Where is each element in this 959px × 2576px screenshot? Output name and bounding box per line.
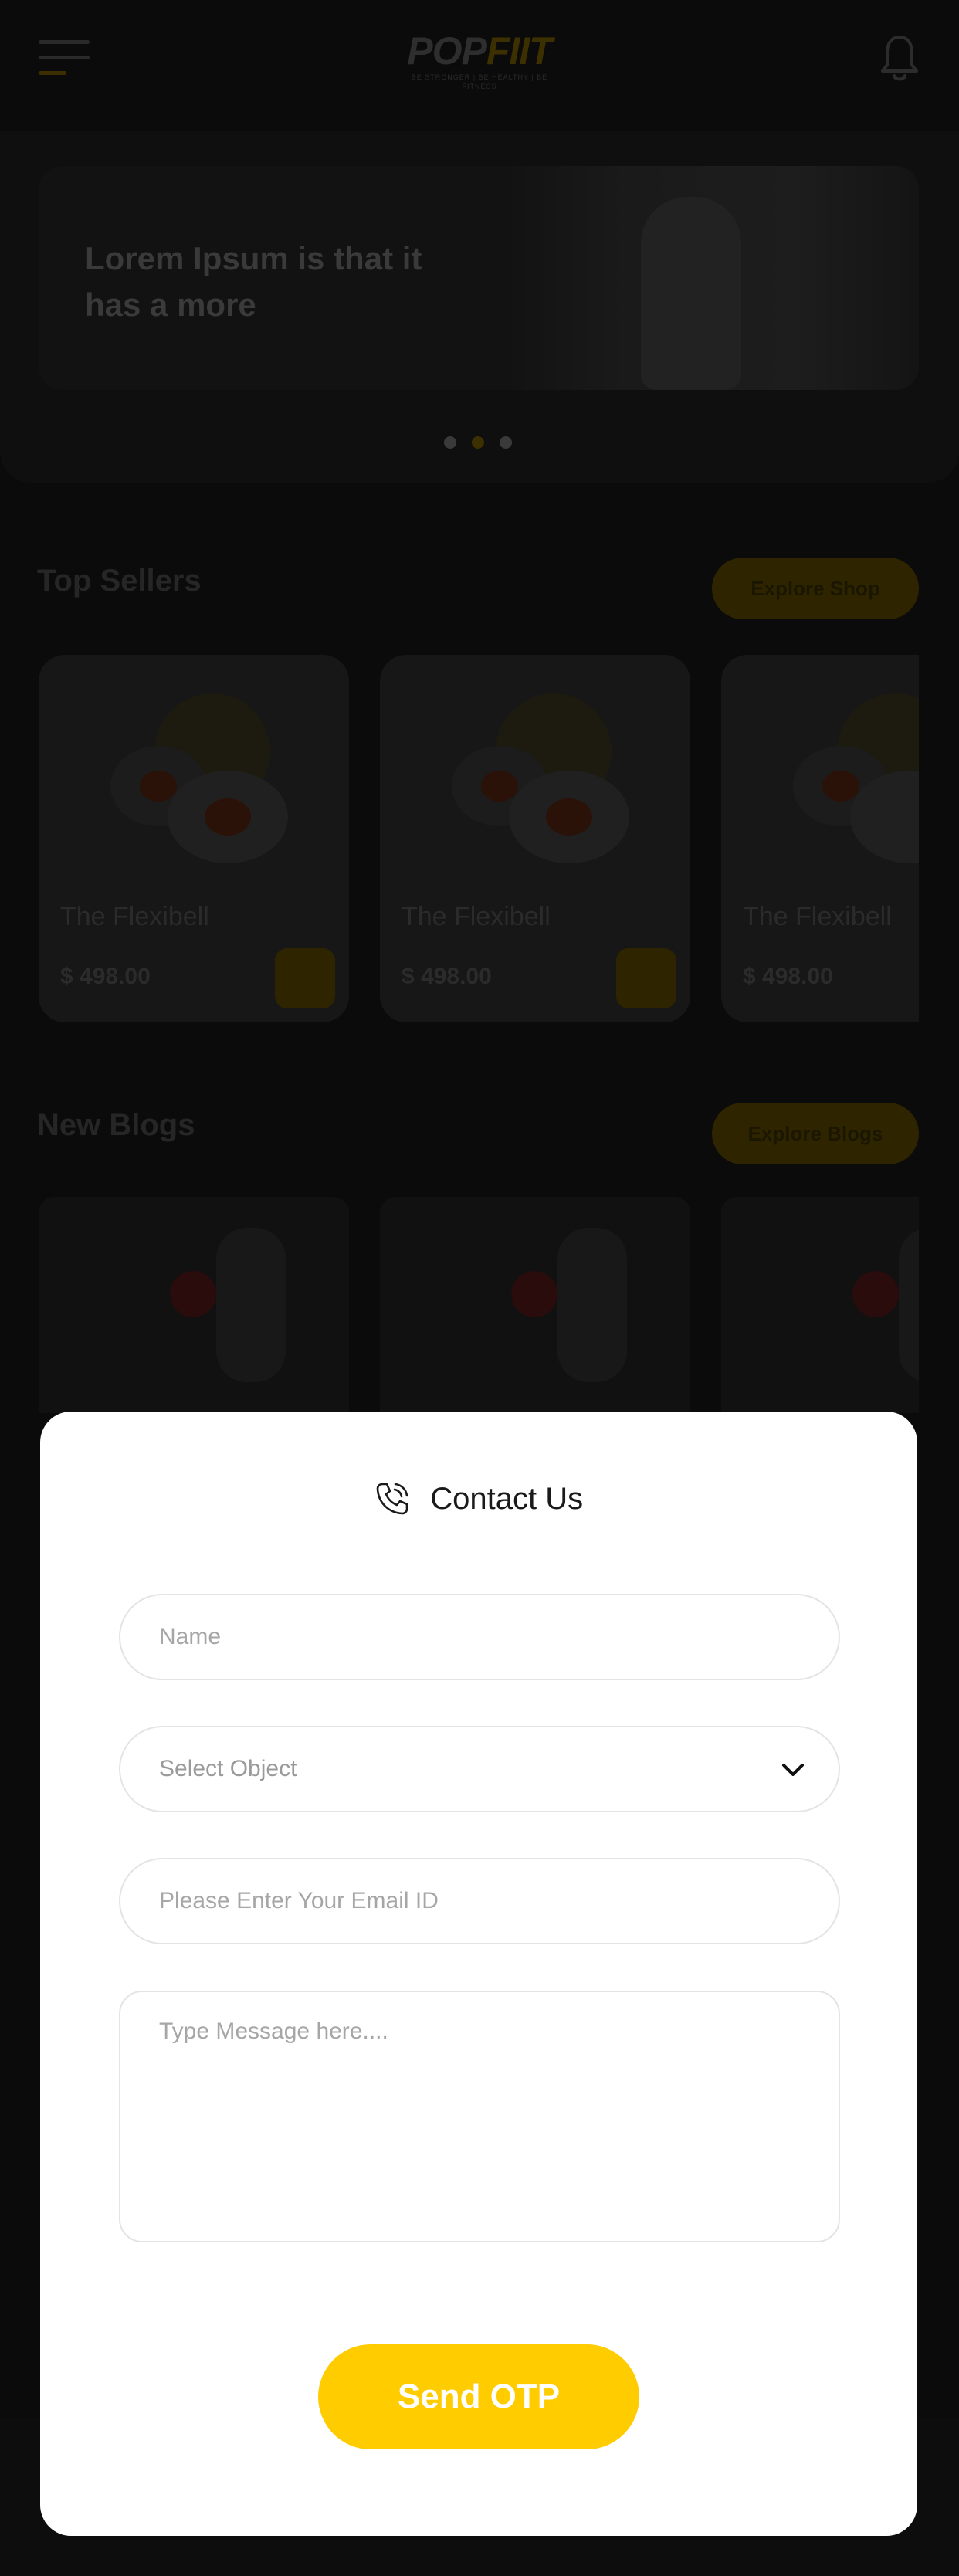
- email-input[interactable]: [159, 1859, 761, 1943]
- email-field[interactable]: [119, 1858, 840, 1944]
- contact-us-modal: Contact Us Select Object Send OTP: [40, 1412, 917, 2536]
- product-card[interactable]: The Flexibell $ 498.00: [39, 655, 349, 1022]
- carousel-dot[interactable]: [444, 436, 456, 449]
- hero-banner[interactable]: Lorem Ipsum is that it has a more: [39, 166, 919, 390]
- blog-image: [899, 1228, 919, 1382]
- hamburger-menu-icon[interactable]: [39, 40, 90, 77]
- chevron-down-icon[interactable]: [780, 1757, 806, 1783]
- product-price: $ 498.00: [402, 964, 492, 989]
- hero-section: Lorem Ipsum is that it has a more: [0, 131, 959, 483]
- carousel-dot[interactable]: [500, 436, 512, 449]
- explore-blogs-button[interactable]: Explore Blogs: [712, 1103, 919, 1164]
- product-price: $ 498.00: [60, 964, 151, 989]
- explore-shop-button[interactable]: Explore Shop: [712, 558, 919, 619]
- dumbbell-image: [110, 746, 288, 863]
- product-name: The Flexibell: [60, 902, 209, 931]
- hero-person-figure: [641, 197, 741, 390]
- top-sellers-title: Top Sellers: [37, 564, 202, 598]
- product-name: The Flexibell: [743, 902, 892, 931]
- send-otp-button[interactable]: Send OTP: [318, 2344, 639, 2449]
- phone-call-icon: [376, 1483, 408, 1515]
- name-input[interactable]: [159, 1595, 761, 1679]
- dumbbell-image: [793, 746, 919, 863]
- add-to-cart-button[interactable]: [275, 948, 335, 1008]
- add-to-cart-button[interactable]: [616, 948, 676, 1008]
- new-blogs-title: New Blogs: [37, 1108, 195, 1142]
- select-object-value: Select Object: [159, 1756, 297, 1781]
- message-field[interactable]: [119, 1991, 840, 2242]
- name-field[interactable]: [119, 1594, 840, 1680]
- blog-image: [557, 1228, 627, 1382]
- blog-card[interactable]: [721, 1197, 919, 1413]
- product-price: $ 498.00: [743, 964, 833, 989]
- play-icon[interactable]: [170, 1271, 216, 1317]
- carousel-indicator: [444, 436, 517, 452]
- logo-main-text: POP: [407, 29, 487, 73]
- modal-header: Contact Us: [40, 1481, 917, 1535]
- blog-image: [216, 1228, 286, 1382]
- blog-card[interactable]: [39, 1197, 349, 1413]
- blog-card[interactable]: [380, 1197, 690, 1413]
- carousel-dot-active[interactable]: [472, 436, 484, 449]
- product-card[interactable]: The Flexibell $ 498.00: [380, 655, 690, 1022]
- product-card[interactable]: The Flexibell $ 498.00: [721, 655, 919, 1022]
- logo-tagline: BE STRONGER | BE HEALTHY | BE FITNESS: [411, 73, 548, 90]
- play-icon[interactable]: [511, 1271, 557, 1317]
- message-textarea[interactable]: [159, 2018, 800, 2219]
- product-name: The Flexibell: [402, 902, 551, 931]
- dumbbell-image: [452, 746, 629, 863]
- play-icon[interactable]: [852, 1271, 899, 1317]
- object-select[interactable]: Select Object: [119, 1726, 840, 1812]
- app-header: POPFIIT BE STRONGER | BE HEALTHY | BE FI…: [0, 0, 959, 124]
- logo-accent-text: FIIT: [486, 29, 553, 73]
- app-logo: POPFIIT BE STRONGER | BE HEALTHY | BE FI…: [400, 29, 559, 90]
- modal-title: Contact Us: [430, 1481, 584, 1516]
- hero-text: Lorem Ipsum is that it has a more: [85, 240, 422, 323]
- notification-bell-icon[interactable]: [880, 34, 919, 83]
- hero-image: [502, 166, 919, 390]
